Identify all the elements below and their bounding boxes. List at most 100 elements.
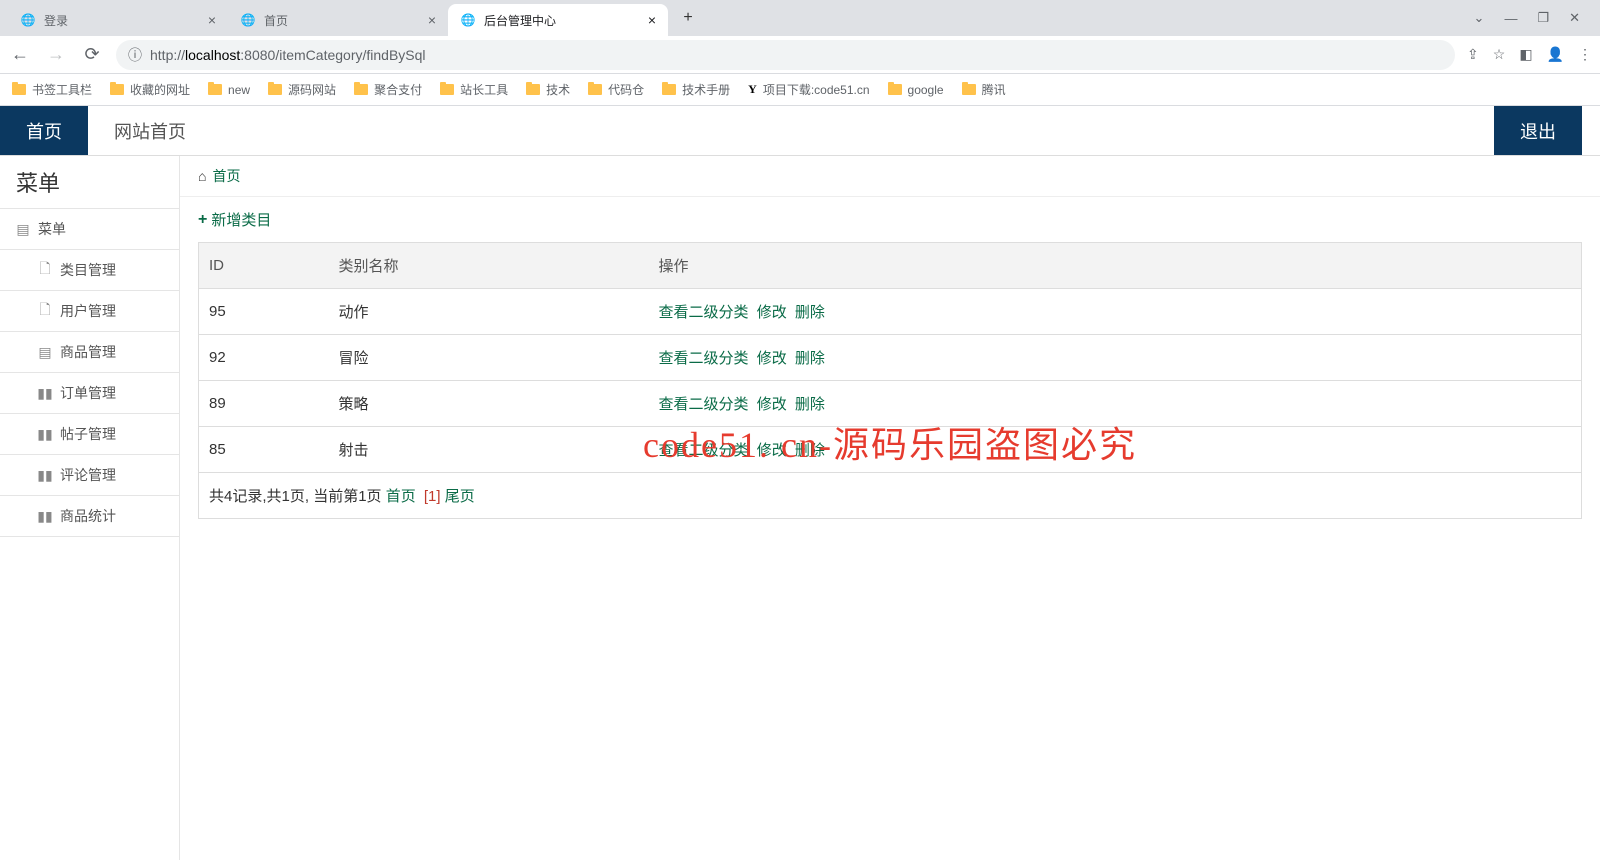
pager-last[interactable]: 尾页 (445, 488, 475, 505)
action-delete[interactable]: 删除 (795, 350, 825, 367)
breadcrumb-home[interactable]: 首页 (212, 166, 240, 186)
folder-icon (962, 84, 976, 95)
panel-icon[interactable]: ◧ (1519, 46, 1532, 63)
action-view[interactable]: 查看二级分类 (659, 396, 749, 413)
forward-button[interactable]: → (44, 43, 68, 67)
menu-icon[interactable]: ⋮ (1578, 46, 1592, 63)
action-delete[interactable]: 删除 (795, 442, 825, 459)
folder-icon (354, 84, 368, 95)
toolbar-right: ⇪ ☆ ◧ 👤 ⋮ (1467, 46, 1592, 63)
folder-icon (12, 84, 26, 95)
tab-home[interactable]: 首页 (0, 106, 88, 155)
maximize-icon[interactable]: ❐ (1537, 10, 1549, 26)
cell-name: 冒险 (329, 335, 649, 381)
home-icon: ⌂ (198, 168, 206, 184)
menu-group[interactable]: ▤ 菜单 (0, 208, 179, 250)
table-row: 92冒险查看二级分类 修改 删除 (199, 335, 1582, 381)
folder-icon (588, 84, 602, 95)
books-icon: ▮▮ (38, 386, 52, 400)
bookmark-item[interactable]: 聚合支付 (354, 81, 422, 98)
table-row: 95动作查看二级分类 修改 删除 (199, 289, 1582, 335)
sidebar-title: 菜单 (0, 156, 179, 208)
browser-tab-2[interactable]: 🌐 后台管理中心 × (448, 4, 668, 36)
cell-name: 射击 (329, 427, 649, 473)
sidebar-item-comment[interactable]: ▮▮评论管理 (0, 455, 179, 496)
bookmark-item[interactable]: 站长工具 (440, 81, 508, 98)
browser-tab-0[interactable]: 🌐 登录 × (8, 4, 228, 36)
sidebar-item-post[interactable]: ▮▮帖子管理 (0, 414, 179, 455)
bookmark-item[interactable]: 源码网站 (268, 81, 336, 98)
action-delete[interactable]: 删除 (795, 304, 825, 321)
sidebar-item-product[interactable]: ▤商品管理 (0, 332, 179, 373)
sidebar-item-order[interactable]: ▮▮订单管理 (0, 373, 179, 414)
category-table: ID 类别名称 操作 95动作查看二级分类 修改 删除92冒险查看二级分类 修改… (198, 242, 1582, 519)
cell-id: 89 (199, 381, 329, 427)
action-edit[interactable]: 修改 (757, 350, 787, 367)
app-topbar: 首页 网站首页 退出 (0, 106, 1600, 156)
action-view[interactable]: 查看二级分类 (659, 350, 749, 367)
bookmarks-bar: 书签工具栏 收藏的网址 new 源码网站 聚合支付 站长工具 技术 代码仓 技术… (0, 74, 1600, 106)
sidebar-item-category[interactable]: 🗋类目管理 (0, 250, 179, 291)
action-edit[interactable]: 修改 (757, 396, 787, 413)
close-icon[interactable]: × (208, 12, 216, 28)
bookmark-item[interactable]: 技术手册 (662, 81, 730, 98)
folder-icon (268, 84, 282, 95)
bookmark-item[interactable]: new (208, 83, 250, 97)
folder-icon (110, 84, 124, 95)
folder-icon (888, 84, 902, 95)
close-window-icon[interactable]: ✕ (1569, 10, 1580, 26)
minimize-icon[interactable]: — (1504, 11, 1517, 26)
url-bar[interactable]: ⓘ http://localhost:8080/itemCategory/fin… (116, 40, 1455, 70)
window-controls: ⌄ — ❐ ✕ (1474, 10, 1592, 26)
close-icon[interactable]: × (648, 12, 656, 28)
back-button[interactable]: ← (8, 43, 32, 67)
bookmark-item[interactable]: 腾讯 (962, 81, 1006, 98)
file-icon: 🗋 (38, 304, 52, 318)
site-icon: Y (748, 82, 757, 97)
th-id: ID (199, 243, 329, 289)
browser-toolbar: ← → ⟳ ⓘ http://localhost:8080/itemCatego… (0, 36, 1600, 74)
cell-actions: 查看二级分类 修改 删除 (649, 289, 1582, 335)
cell-name: 策略 (329, 381, 649, 427)
globe-icon: 🌐 (460, 12, 476, 28)
pager: 共4记录,共1页, 当前第1页 首页 [1] 尾页 (199, 473, 1582, 519)
close-icon[interactable]: × (428, 12, 436, 28)
action-view[interactable]: 查看二级分类 (659, 304, 749, 321)
logout-button[interactable]: 退出 (1494, 106, 1582, 155)
bookmark-item[interactable]: google (888, 83, 944, 97)
pager-first[interactable]: 首页 (386, 488, 416, 505)
tab-title: 登录 (44, 12, 68, 29)
chevron-down-icon[interactable]: ⌄ (1474, 10, 1485, 26)
cell-name: 动作 (329, 289, 649, 335)
bookmark-item[interactable]: 代码仓 (588, 81, 644, 98)
folder-icon (208, 84, 222, 95)
bookmark-item[interactable]: 书签工具栏 (12, 81, 92, 98)
cell-actions: 查看二级分类 修改 删除 (649, 381, 1582, 427)
browser-tab-1[interactable]: 🌐 首页 × (228, 4, 448, 36)
cell-id: 85 (199, 427, 329, 473)
bookmark-item[interactable]: 技术 (526, 81, 570, 98)
sidebar-item-user[interactable]: 🗋用户管理 (0, 291, 179, 332)
action-delete[interactable]: 删除 (795, 396, 825, 413)
action-edit[interactable]: 修改 (757, 442, 787, 459)
th-action: 操作 (649, 243, 1582, 289)
add-category-button[interactable]: + 新增类目 (198, 209, 271, 230)
star-icon[interactable]: ☆ (1493, 46, 1506, 63)
share-icon[interactable]: ⇪ (1467, 46, 1479, 63)
breadcrumb: ⌂ 首页 (180, 156, 1600, 197)
sidebar-item-stats[interactable]: ▮▮商品统计 (0, 496, 179, 537)
books-icon: ▮▮ (38, 427, 52, 441)
books-icon: ▮▮ (38, 509, 52, 523)
reload-button[interactable]: ⟳ (80, 43, 104, 67)
cell-actions: 查看二级分类 修改 删除 (649, 335, 1582, 381)
folder-icon (526, 84, 540, 95)
cell-id: 95 (199, 289, 329, 335)
tab-site-home[interactable]: 网站首页 (88, 106, 212, 155)
action-edit[interactable]: 修改 (757, 304, 787, 321)
profile-icon[interactable]: 👤 (1547, 46, 1564, 63)
action-view[interactable]: 查看二级分类 (659, 442, 749, 459)
new-tab-button[interactable]: + (674, 4, 702, 32)
bookmark-item[interactable]: 收藏的网址 (110, 81, 190, 98)
bookmark-item[interactable]: Y项目下载:code51.cn (748, 81, 869, 98)
tab-strip: 🌐 登录 × 🌐 首页 × 🌐 后台管理中心 × + ⌄ — ❐ ✕ (0, 0, 1600, 36)
